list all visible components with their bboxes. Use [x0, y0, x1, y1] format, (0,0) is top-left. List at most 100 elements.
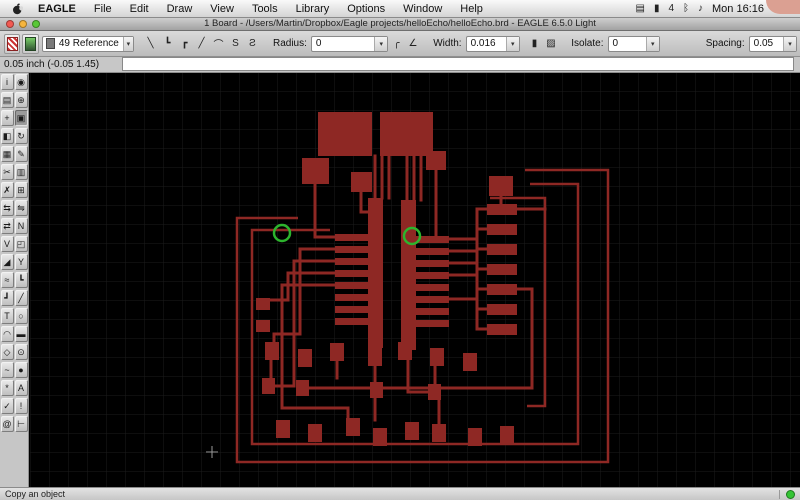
- wire-bend-arc-icon[interactable]: ⌒: [211, 36, 225, 52]
- status-divider: [779, 489, 780, 499]
- grid-icon[interactable]: [4, 33, 21, 54]
- pages-icon[interactable]: ▤: [635, 3, 644, 14]
- battery-level[interactable]: 4: [668, 3, 674, 14]
- tool-miter-icon[interactable]: ◢: [0, 254, 14, 270]
- menu-item-options[interactable]: Options: [338, 3, 394, 15]
- tool-value-icon[interactable]: V: [0, 236, 14, 252]
- layer-color-chip: [45, 38, 55, 49]
- tool-cut-icon[interactable]: ✂: [0, 164, 14, 180]
- close-button[interactable]: [6, 19, 14, 28]
- tool-attribute-icon[interactable]: @: [0, 416, 14, 432]
- tool-optimize-icon[interactable]: ≈: [0, 272, 14, 288]
- tool-hole-icon[interactable]: ●: [14, 362, 28, 378]
- status-bar: Copy an object: [0, 487, 800, 500]
- tool-delete-icon[interactable]: ✗: [0, 182, 14, 198]
- menu-items: EAGLE File Edit Draw View Tools Library Options…: [29, 3, 492, 15]
- bluetooth-icon[interactable]: ᛒ: [683, 3, 689, 14]
- wire-bend-diagonal-icon[interactable]: ╲: [143, 36, 157, 52]
- tool-mark-icon[interactable]: ⊕: [14, 92, 28, 108]
- radius-label: Radius:: [272, 38, 307, 49]
- menu-item-library[interactable]: Library: [287, 3, 339, 15]
- layers-icon[interactable]: [22, 33, 39, 54]
- chevron-down-icon: ▾: [782, 36, 796, 51]
- volume-icon[interactable]: ♪: [698, 3, 703, 14]
- pcb-artwork: [30, 72, 800, 488]
- tool-add-icon[interactable]: ⊞: [14, 182, 28, 198]
- wire-bend-90-down-icon[interactable]: ┏: [177, 36, 191, 52]
- menu-item-file[interactable]: File: [85, 3, 121, 15]
- menu-item-edit[interactable]: Edit: [121, 3, 158, 15]
- wire-bend-group: ╲ ┗ ┏ ╱ ⌒ S Ƨ: [142, 36, 261, 52]
- apple-icon: [13, 3, 23, 14]
- window-title: 1 Board - /Users/Martin/Dropbox/Eagle pr…: [204, 18, 596, 29]
- wire-bend-45-icon[interactable]: ╱: [194, 36, 208, 52]
- miter-round-icon[interactable]: ╭: [390, 36, 404, 52]
- tool-change-icon[interactable]: ✎: [14, 146, 28, 162]
- menu-item-help[interactable]: Help: [451, 3, 492, 15]
- tool-drc-icon[interactable]: ✓: [0, 398, 14, 414]
- tool-display-icon[interactable]: ▤: [0, 92, 14, 108]
- tool-show-icon[interactable]: ◉: [14, 74, 28, 90]
- minimize-button[interactable]: [19, 19, 27, 28]
- tool-replace-icon[interactable]: ⇋: [14, 200, 28, 216]
- wire-bend-s-icon[interactable]: S: [228, 36, 242, 52]
- tool-mirror-icon[interactable]: ◧: [0, 128, 14, 144]
- board-canvas[interactable]: [30, 72, 800, 488]
- zoom-button[interactable]: [32, 19, 40, 28]
- tool-signal-icon[interactable]: ~: [0, 362, 14, 378]
- layer-select-value: 49 Reference: [58, 38, 119, 49]
- miter-straight-icon[interactable]: ∠: [406, 36, 420, 52]
- tool-route-icon[interactable]: ┗: [14, 272, 28, 288]
- menu-item-window[interactable]: Window: [394, 3, 451, 15]
- tool-pinswap-icon[interactable]: ⇆: [0, 200, 14, 216]
- width-select[interactable]: 0.016 ▾: [465, 35, 520, 52]
- tool-errors-icon[interactable]: !: [14, 398, 28, 414]
- tool-gateswap-icon[interactable]: ⇄: [0, 218, 14, 234]
- tool-smash-icon[interactable]: ◰: [14, 236, 28, 252]
- tool-rect-icon[interactable]: ▬: [14, 326, 28, 342]
- wire-bend-s-reverse-icon[interactable]: Ƨ: [245, 36, 259, 52]
- tool-dimension-icon[interactable]: ⊢: [14, 416, 28, 432]
- menu-item-eagle[interactable]: EAGLE: [29, 3, 85, 15]
- tool-ratsnest-icon[interactable]: *: [0, 380, 14, 396]
- tool-auto-icon[interactable]: A: [14, 380, 28, 396]
- tool-copy-icon[interactable]: ▣: [14, 110, 28, 126]
- tool-arc-icon[interactable]: ◠: [0, 326, 14, 342]
- status-text: Copy an object: [5, 489, 66, 499]
- pour-hatch-icon[interactable]: ▨: [544, 36, 558, 52]
- radius-select[interactable]: 0 ▾: [310, 35, 389, 52]
- grid-icon-glyph: [6, 36, 18, 51]
- layer-select[interactable]: 49 Reference ▾: [41, 35, 134, 52]
- battery-icon[interactable]: ▮: [654, 3, 660, 14]
- tool-move-icon[interactable]: +: [0, 110, 14, 126]
- menu-clock[interactable]: Mon 16:16: [712, 3, 764, 15]
- parameter-toolbar: 49 Reference ▾ ╲ ┗ ┏ ╱ ⌒ S Ƨ Radius: 0 ▾ ╭ ∠ W…: [0, 31, 800, 57]
- apple-menu[interactable]: [6, 3, 29, 15]
- tool-group-icon[interactable]: ▦: [0, 146, 14, 162]
- window-title-bar: 1 Board - /Users/Martin/Dropbox/Eagle pr…: [0, 17, 800, 31]
- command-input[interactable]: [122, 57, 794, 71]
- isolate-select[interactable]: 0 ▾: [607, 35, 660, 52]
- cursor-coordinates: 0.05 inch (-0.05 1.45): [4, 58, 100, 70]
- spacing-select[interactable]: 0.05 ▾: [748, 35, 797, 52]
- tool-via-icon[interactable]: ⊙: [14, 344, 28, 360]
- tool-rotate-icon[interactable]: ↻: [14, 128, 28, 144]
- isolate-label: Isolate:: [571, 38, 604, 49]
- menu-item-draw[interactable]: Draw: [158, 3, 202, 15]
- tool-name-icon[interactable]: N: [14, 218, 28, 234]
- menu-item-tools[interactable]: Tools: [243, 3, 287, 15]
- tool-ripup-icon[interactable]: ┛: [0, 290, 14, 306]
- chevron-down-icon: ▾: [374, 36, 388, 51]
- menu-item-view[interactable]: View: [201, 3, 243, 15]
- tool-text-icon[interactable]: T: [0, 308, 14, 324]
- tool-split-icon[interactable]: Y: [14, 254, 28, 270]
- tool-circle-icon[interactable]: ○: [14, 308, 28, 324]
- tool-info-icon[interactable]: i: [0, 74, 14, 90]
- pour-solid-icon[interactable]: ▮: [528, 36, 542, 52]
- tool-polygon-icon[interactable]: ◇: [0, 344, 14, 360]
- status-ok-indicator: [786, 489, 795, 499]
- wire-bend-90-up-icon[interactable]: ┗: [160, 36, 174, 52]
- tool-wire-icon[interactable]: ╱: [14, 290, 28, 306]
- chevron-down-icon: ▾: [122, 36, 133, 51]
- tool-paste-icon[interactable]: ▥: [14, 164, 28, 180]
